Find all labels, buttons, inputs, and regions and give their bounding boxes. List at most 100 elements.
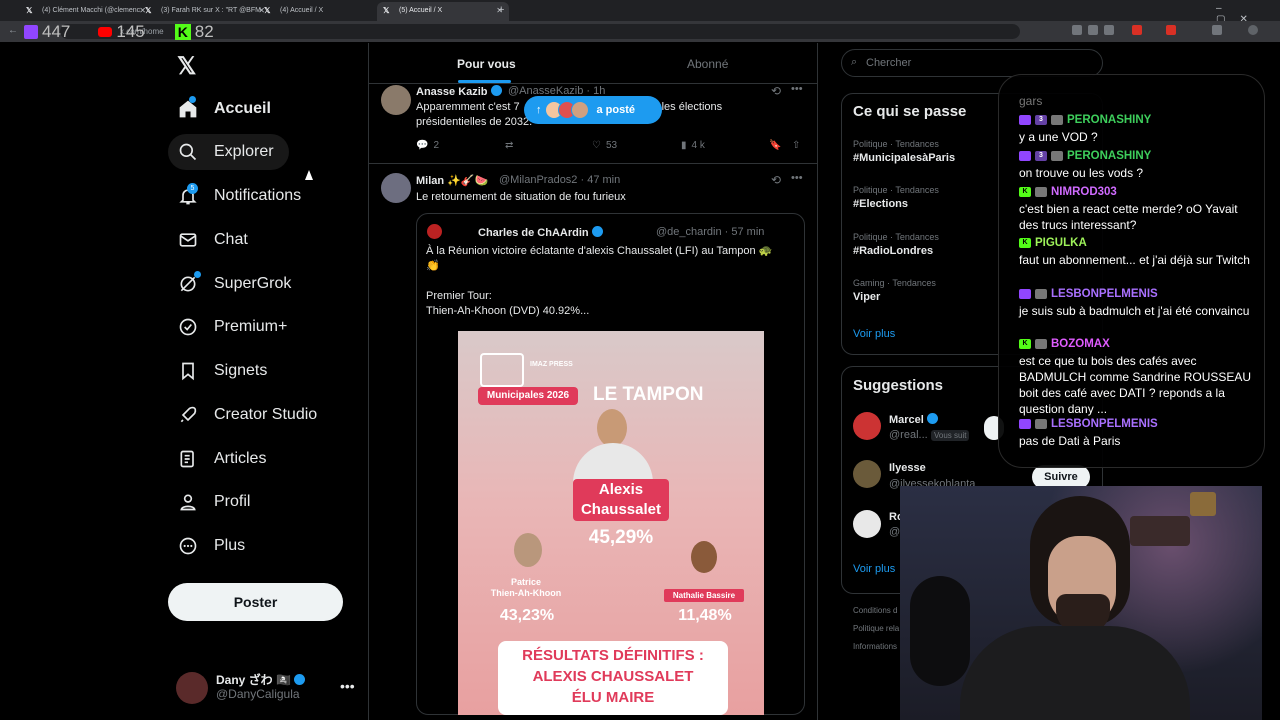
twitch-icon bbox=[1019, 289, 1031, 299]
tweet-author[interactable]: Milan ✨🎸🍉 bbox=[416, 174, 488, 187]
tab-following[interactable]: Abonné bbox=[687, 57, 728, 71]
unread-dot-icon bbox=[194, 271, 201, 278]
like-button[interactable]: ♡ 53 bbox=[592, 140, 617, 151]
show-more-link[interactable]: Voir plus bbox=[853, 563, 895, 575]
badge-icon bbox=[1051, 151, 1063, 161]
zoom-icon[interactable] bbox=[1088, 25, 1098, 35]
download-icon[interactable] bbox=[1212, 25, 1222, 35]
home-icon bbox=[179, 100, 197, 118]
tab-for-you[interactable]: Pour vous bbox=[457, 57, 516, 71]
footer-link[interactable]: Conditions d bbox=[853, 606, 897, 615]
more-dots-icon[interactable]: ••• bbox=[340, 678, 355, 694]
repost-button[interactable]: ⇄ bbox=[505, 140, 513, 151]
trend-category: Gaming · Tendances bbox=[853, 278, 936, 288]
extension-icon[interactable] bbox=[1132, 25, 1142, 35]
badge-icon bbox=[1035, 339, 1047, 349]
candidate-photo bbox=[691, 541, 717, 573]
views-button[interactable]: ▮ 4 k bbox=[681, 140, 705, 151]
kick-icon: K bbox=[1019, 187, 1031, 197]
back-arrow-icon[interactable]: ← bbox=[8, 25, 18, 36]
badge-icon bbox=[1035, 289, 1047, 299]
suggestion-name[interactable]: Ilyesse bbox=[889, 462, 926, 474]
account-name[interactable]: Dany ざわ 🏴‍☠️ bbox=[216, 671, 306, 688]
tweet-text: Le retournement de situation de fou furi… bbox=[416, 191, 626, 203]
streamer-body bbox=[960, 626, 1190, 720]
nav-more[interactable]: Plus bbox=[168, 528, 255, 564]
browser-tab[interactable]: 𝕏 (4) Clément Macchi (@clemenc ✕ bbox=[20, 2, 152, 21]
nav-chat[interactable]: Chat bbox=[168, 222, 258, 258]
poster-brand: IMAZ PRESS bbox=[530, 361, 573, 368]
extension-icon[interactable] bbox=[1166, 25, 1176, 35]
rocket-icon bbox=[180, 406, 197, 423]
trend-item[interactable]: #MunicipalesàParis bbox=[853, 152, 955, 164]
extension-icon[interactable] bbox=[1072, 25, 1082, 35]
nav-home[interactable]: Accueil bbox=[168, 91, 281, 127]
chart-icon: ▮ bbox=[681, 140, 687, 151]
avatar[interactable] bbox=[853, 412, 881, 440]
share-button[interactable]: ⇧ bbox=[792, 140, 800, 151]
x-logo-icon[interactable]: 𝕏 bbox=[177, 52, 196, 81]
x-logo-icon: 𝕏 bbox=[264, 6, 271, 15]
post-button[interactable]: Poster bbox=[168, 583, 343, 621]
grok-icon[interactable]: ⟲ bbox=[771, 84, 781, 98]
x-logo-icon: 𝕏 bbox=[26, 6, 33, 15]
mail-icon bbox=[179, 233, 197, 247]
profile-icon[interactable] bbox=[1248, 25, 1258, 35]
nav-bookmarks[interactable]: Signets bbox=[168, 353, 277, 389]
stream-viewer-stats: 447 145 K 82 bbox=[24, 21, 214, 42]
show-more-link[interactable]: Voir plus bbox=[853, 328, 895, 340]
chat-message: pas de Dati à Paris bbox=[1019, 434, 1121, 448]
twitch-icon bbox=[1019, 419, 1031, 429]
avatar[interactable] bbox=[381, 173, 411, 203]
more-dots-icon[interactable]: ••• bbox=[791, 172, 803, 184]
tweet-author[interactable]: Anasse Kazib bbox=[416, 85, 502, 98]
new-tab-button[interactable]: + bbox=[498, 4, 504, 16]
more-dots-icon[interactable]: ••• bbox=[791, 83, 803, 95]
chat-username: 3 PERONASHINY bbox=[1019, 114, 1151, 126]
nav-premium[interactable]: Premium+ bbox=[168, 309, 297, 345]
nav-profile[interactable]: Profil bbox=[168, 484, 260, 520]
grok-icon[interactable]: ⟲ bbox=[771, 173, 781, 187]
star-icon[interactable] bbox=[1104, 25, 1114, 35]
verified-icon bbox=[591, 226, 603, 237]
chat-message: je suis sub à badmulch et j'ai été conva… bbox=[1019, 304, 1250, 318]
trend-item[interactable]: Viper bbox=[853, 291, 880, 303]
nav-articles[interactable]: Articles bbox=[168, 441, 276, 477]
avatar[interactable] bbox=[853, 510, 881, 538]
trend-category: Politique · Tendances bbox=[853, 232, 939, 242]
ballot-box-icon bbox=[480, 353, 524, 387]
trends-title: Ce qui se passe bbox=[853, 103, 967, 120]
avatar bbox=[427, 224, 442, 239]
trend-category: Politique · Tendances bbox=[853, 185, 939, 195]
browser-tab-active[interactable]: 𝕏 (5) Accueil / X ✕ bbox=[377, 2, 509, 21]
nav-creator-studio[interactable]: Creator Studio bbox=[168, 397, 327, 433]
trend-item[interactable]: #RadioLondres bbox=[853, 245, 933, 257]
trend-item[interactable]: #Elections bbox=[853, 198, 908, 210]
avatar[interactable] bbox=[176, 672, 208, 704]
search-icon bbox=[179, 143, 197, 161]
nav-supergrok[interactable]: SuperGrok bbox=[168, 266, 301, 302]
browser-tab-bar: 𝕏 (4) Clément Macchi (@clemenc ✕ 𝕏 (3) Fara… bbox=[0, 0, 1280, 25]
browser-tab[interactable]: 𝕏 (3) Farah RK sur X : "RT @BFM ✕ bbox=[139, 2, 271, 21]
browser-tab[interactable]: 𝕏(4) Accueil / X✕ bbox=[258, 2, 390, 21]
quoted-author: Charles de ChAArdin bbox=[478, 226, 603, 239]
election-poster-image[interactable]: IMAZ PRESS Municipales 2026 LE TAMPON Al… bbox=[458, 331, 764, 715]
avatar[interactable] bbox=[853, 460, 881, 488]
microphone bbox=[910, 576, 970, 686]
sub-badge-icon: 3 bbox=[1035, 151, 1047, 161]
avatar[interactable] bbox=[381, 85, 411, 115]
article-icon bbox=[180, 450, 194, 468]
shelf-decoration bbox=[1190, 492, 1216, 516]
shelf-decoration bbox=[1130, 516, 1190, 546]
youtube-viewers: 145 bbox=[116, 21, 145, 41]
poster-badge: Municipales 2026 bbox=[478, 387, 578, 405]
twitch-viewers: 447 bbox=[42, 21, 71, 41]
footer-link[interactable]: Informations bbox=[853, 642, 897, 651]
reply-button[interactable]: 💬 2 bbox=[416, 140, 439, 151]
nav-explore[interactable]: Explorer bbox=[168, 134, 289, 170]
footer-link[interactable]: Politique rela bbox=[853, 624, 899, 633]
bookmark-button[interactable]: 🔖 bbox=[769, 140, 781, 151]
suggestion-name[interactable]: Marcel bbox=[889, 413, 938, 426]
search-input[interactable]: Chercher bbox=[841, 49, 1103, 77]
new-posts-pill[interactable]: ↑ a posté bbox=[524, 96, 662, 124]
